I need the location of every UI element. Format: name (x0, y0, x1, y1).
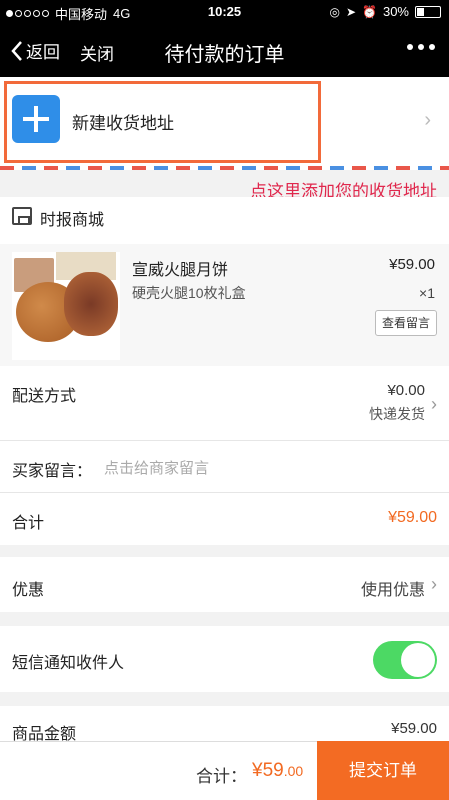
submit-order-button[interactable]: 提交订单 (317, 741, 449, 800)
total-label: 合计： (196, 767, 247, 786)
status-bar: 中国移动 4G 10:25 ◎ ➤ ⏰ 30% (0, 0, 449, 24)
new-address-label: 新建收货地址 (72, 114, 174, 133)
plus-icon[interactable] (12, 95, 60, 143)
product-price: ¥59.00 (389, 256, 435, 273)
buyer-message-input[interactable]: 点击给商家留言 (104, 457, 209, 478)
divider (0, 492, 449, 493)
total-value: ¥59.00 (252, 760, 303, 782)
more-icon[interactable] (407, 44, 435, 50)
address-stripe (0, 166, 449, 170)
product-name: 宣威火腿月饼 (132, 262, 229, 279)
product-image (12, 252, 120, 360)
subtotal-label: 合计 (12, 515, 45, 532)
view-message-button[interactable]: 查看留言 (375, 310, 437, 336)
shop-icon (12, 207, 32, 225)
shipping-label: 配送方式 (12, 388, 77, 405)
lock-rotation-icon: ◎ (329, 4, 340, 19)
page-title: 待付款的订单 (164, 44, 285, 66)
nav-bar: 返回 关闭 待付款的订单 (0, 30, 449, 74)
product-spec: 硬壳火腿10枚礼盒 (132, 285, 246, 301)
total-value-main: ¥59 (252, 760, 284, 781)
buyer-message-label: 买家留言： (12, 463, 93, 480)
shipping-price: ¥0.00 (387, 382, 425, 399)
total-value-decimal: .00 (283, 763, 304, 779)
product-quantity: ×1 (419, 285, 435, 301)
divider (0, 440, 449, 441)
shop-name: 时报商城 (40, 212, 105, 229)
location-icon: ➤ (345, 4, 357, 19)
shipping-method[interactable]: 快递发货 (369, 404, 425, 424)
chevron-right-icon: › (431, 394, 437, 414)
sms-label: 短信通知收件人 (12, 655, 125, 672)
alarm-icon: ⏰ (362, 4, 377, 19)
discount-value: 使用优惠 (360, 582, 425, 599)
discount-label: 优惠 (12, 582, 45, 599)
battery-percent: 30% (382, 4, 409, 19)
subtotal-value: ¥59.00 (388, 509, 437, 526)
chevron-right-icon: › (431, 574, 437, 594)
sms-toggle[interactable] (373, 641, 437, 679)
chevron-right-icon: › (424, 109, 431, 131)
goods-amount-value: ¥59.00 (391, 720, 437, 737)
battery-icon (415, 5, 441, 18)
top-bar: 中国移动 4G 10:25 ◎ ➤ ⏰ 30% 返回 关闭 待付款的订单 (0, 0, 449, 77)
